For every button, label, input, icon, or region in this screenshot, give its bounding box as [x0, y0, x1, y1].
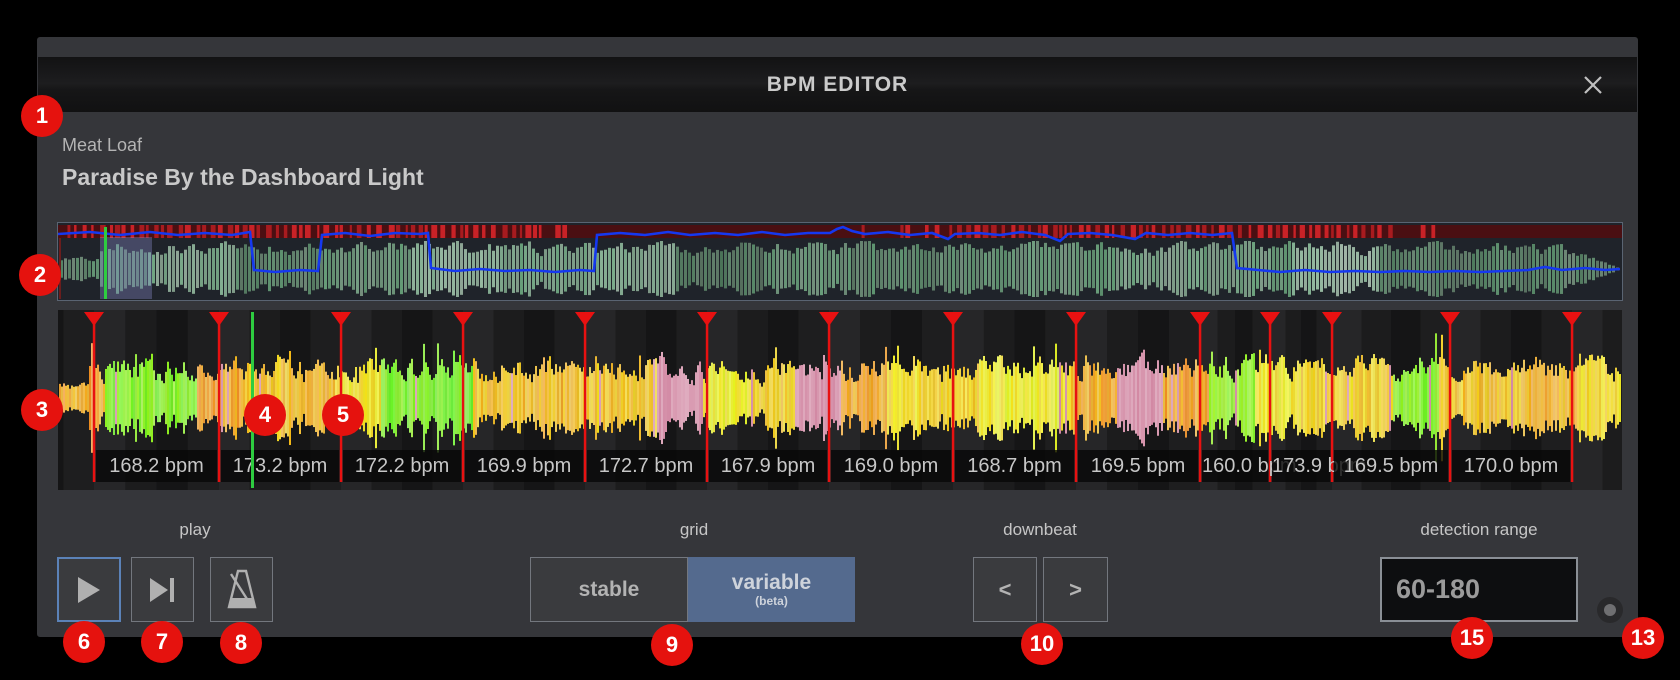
skip-to-next-beat-button[interactable]: [131, 557, 194, 622]
resize-handle-dot: [1604, 604, 1616, 616]
beatgrid-waveform[interactable]: 168.2 bpm173.2 bpm172.2 bpm169.9 bpm172.…: [58, 310, 1622, 490]
track-artist: Meat Loaf: [62, 135, 142, 156]
annotation-badge-3: 3: [21, 389, 63, 431]
grid-stable-label: stable: [579, 578, 640, 602]
detection-range-input[interactable]: 60-180: [1380, 557, 1578, 622]
annotation-badge-8: 8: [220, 622, 262, 664]
bpm-segment-label: 168.2 bpm: [96, 450, 217, 482]
detection-range-label: detection range: [1369, 520, 1589, 540]
chevron-right-icon: >: [1069, 577, 1082, 603]
play-button[interactable]: [57, 557, 121, 622]
bpm-editor-screen: BPM EDITOR Meat Loaf Paradise By the Das…: [0, 0, 1680, 680]
grid-variable-beta-label: (beta): [755, 595, 788, 607]
bpm-segment-label: 169.5 bpm: [1334, 450, 1448, 482]
annotation-badge-7: 7: [141, 621, 183, 663]
annotation-badge-4: 4: [244, 394, 286, 436]
bpm-segment-label: 168.7 bpm: [955, 450, 1074, 482]
bpm-segment-label: 173.2 bpm: [221, 450, 339, 482]
dialog-title: BPM EDITOR: [767, 73, 908, 97]
downbeat-previous-button[interactable]: <: [973, 557, 1037, 622]
annotation-badge-15: 15: [1451, 617, 1493, 659]
chevron-left-icon: <: [999, 577, 1012, 603]
annotation-badge-1: 1: [21, 95, 63, 137]
annotation-badge-5: 5: [322, 394, 364, 436]
bpm-segment-label: 167.9 bpm: [709, 450, 827, 482]
bpm-segment-label: 169.5 bpm: [1078, 450, 1198, 482]
bpm-segment-label: 160.0 bpm: [1202, 450, 1268, 482]
bpm-segment-label: 170.0 bpm: [1452, 450, 1570, 482]
close-button[interactable]: [1574, 66, 1612, 104]
annotation-badge-13: 13: [1622, 617, 1664, 659]
track-title: Paradise By the Dashboard Light: [62, 164, 424, 191]
metronome-button[interactable]: [210, 557, 273, 622]
annotation-badge-10: 10: [1021, 623, 1063, 665]
grid-variable-label: variable: [732, 572, 811, 593]
metronome-icon: [223, 568, 261, 612]
bpm-segment-label: 172.2 bpm: [343, 450, 461, 482]
dialog-titlebar: BPM EDITOR: [38, 57, 1637, 112]
bpm-segment-label: 169.0 bpm: [831, 450, 951, 482]
annotation-badge-6: 6: [63, 621, 105, 663]
skip-next-icon: [149, 577, 177, 603]
resize-handle[interactable]: [1597, 597, 1623, 623]
bpm-segment-label: 173.9 bpm: [1272, 450, 1330, 482]
detection-range-value: 60-180: [1396, 574, 1480, 605]
downbeat-next-button[interactable]: >: [1043, 557, 1108, 622]
close-icon: [1582, 74, 1604, 96]
annotation-badge-9: 9: [651, 624, 693, 666]
downbeat-section-label: downbeat: [930, 520, 1150, 540]
bpm-segment-label: 172.7 bpm: [587, 450, 705, 482]
play-icon: [77, 576, 101, 604]
grid-section-label: grid: [584, 520, 804, 540]
overview-waveform[interactable]: [58, 223, 1622, 300]
grid-variable-button[interactable]: variable (beta): [688, 557, 855, 622]
bpm-segment-label: 169.9 bpm: [465, 450, 583, 482]
grid-stable-button[interactable]: stable: [530, 557, 688, 622]
play-section-label: play: [85, 520, 305, 540]
annotation-badge-2: 2: [19, 254, 61, 296]
